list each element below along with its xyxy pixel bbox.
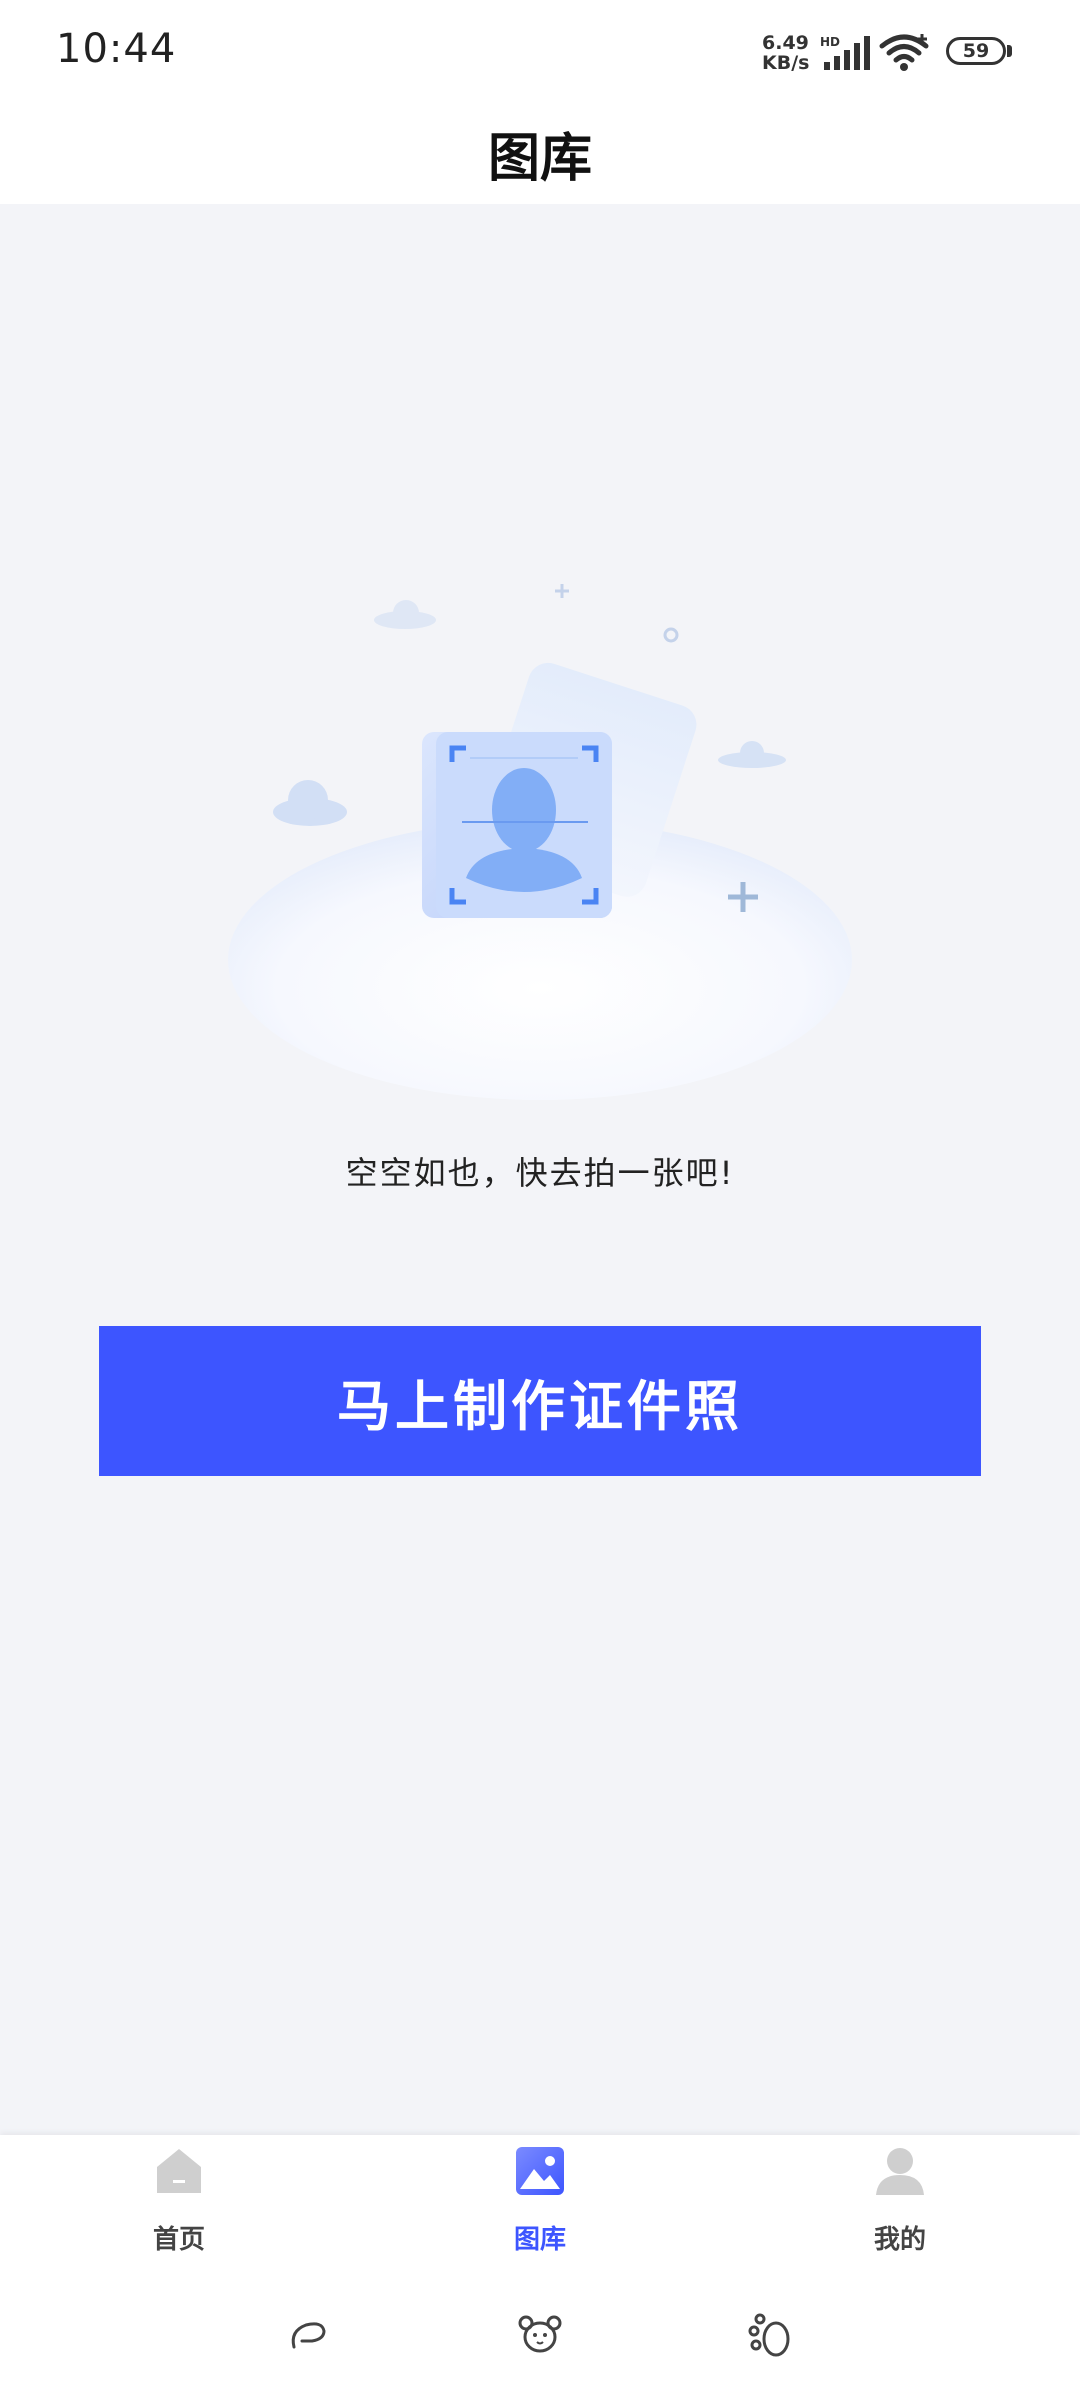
app-header: 图库 [0, 100, 1080, 204]
status-bar: 10:44 6.49 KB/s HD 59 [0, 0, 1080, 100]
system-navigation-bar [0, 2275, 1080, 2400]
recents-gesture-icon[interactable] [748, 2311, 796, 2359]
profile-icon [876, 2148, 924, 2195]
make-id-photo-button[interactable]: 马上制作证件照 [99, 1326, 981, 1476]
signal-icon: HD [820, 35, 870, 70]
empty-gallery-illustration [228, 584, 852, 1100]
network-speed-unit: KB/s [762, 52, 810, 74]
cloud-icon [273, 780, 347, 826]
nav-item-gallery[interactable]: 图库 [440, 2135, 640, 2275]
nav-label-home: 首页 [152, 2225, 205, 2255]
network-speed: 6.49 KB/s [762, 33, 818, 73]
nav-label-profile: 我的 [873, 2225, 926, 2255]
nav-label-gallery: 图库 [513, 2225, 566, 2255]
network-speed-value: 6.49 [762, 32, 809, 54]
signal-hd-label: HD [820, 35, 840, 49]
nav-item-home[interactable]: 首页 [79, 2135, 279, 2275]
battery-indicator: 59 [946, 37, 1006, 65]
back-gesture-icon[interactable] [284, 2311, 332, 2359]
wifi-icon [879, 34, 929, 71]
home-gesture-icon[interactable] [516, 2311, 564, 2359]
empty-state-message: 空空如也，快去拍一张吧! [345, 1154, 735, 1192]
page-title: 图库 [487, 129, 592, 189]
status-time: 10:44 [56, 26, 177, 72]
battery-cap [1007, 45, 1012, 57]
gallery-icon [516, 2147, 564, 2195]
bottom-navigation: 首页 图库 我的 [0, 2135, 1080, 2275]
home-icon [157, 2149, 201, 2193]
nav-item-profile[interactable]: 我的 [800, 2135, 1000, 2275]
